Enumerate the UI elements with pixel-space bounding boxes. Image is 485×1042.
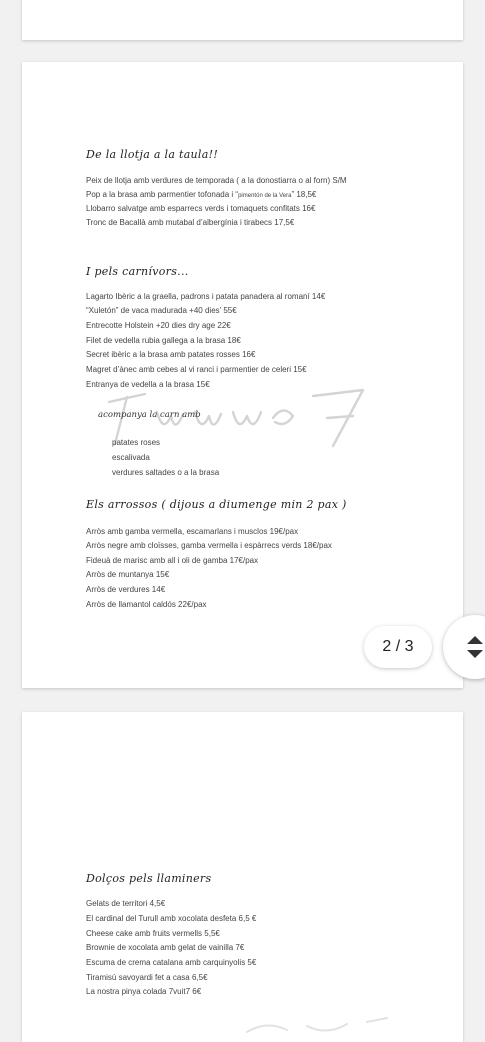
menu-item: El cardinal del Turull amb xocolata desf… xyxy=(86,914,257,923)
accompaniment-item: escalivada xyxy=(112,453,150,462)
menu-item: Arròs de verdures 14€ xyxy=(86,585,166,594)
accompaniment-item: verdures saltades o a la brasa xyxy=(112,468,220,477)
menu-item: Filet de vedella rubia gallega a la bras… xyxy=(86,336,241,345)
menu-item: Arròs de llamantol caldós 22€/pax xyxy=(86,600,207,609)
menu-page-3: Dolços pels llaminers Gelats de territor… xyxy=(22,712,463,1042)
menu-item: Peix de llotja amb verdures de temporada… xyxy=(86,176,347,185)
up-down-arrows-icon xyxy=(467,636,483,658)
signature-watermark-bottom xyxy=(246,1017,388,1033)
section-title-meat: I pels carnívors... xyxy=(86,265,189,278)
menu-item: La nostra pinya colada 7vuit7 6€ xyxy=(86,987,202,996)
menu-item: “Xuletón” de vaca madurada +40 dies’ 55€ xyxy=(86,306,237,315)
menu-page-2: De la llotja a la taula!! Peix de llotja… xyxy=(22,62,463,688)
menu-item-pop: Pop a la brasa amb parmentier tofonada i… xyxy=(86,190,317,199)
menu-item: Lagarto Ibèric a la graella, padrons i p… xyxy=(86,292,326,301)
menu-item: Tiramisú savoyardi fet a casa 6,5€ xyxy=(86,973,208,982)
menu-item: Entranya de vedella a la brasa 15€ xyxy=(86,380,210,389)
menu-item: Secret ibèric a la brasa amb patates ros… xyxy=(86,350,256,359)
menu-item: Entrecotte Holstein +20 dies dry age 22€ xyxy=(86,321,231,330)
page-indicator: 2 / 3 xyxy=(364,626,432,668)
menu-item: Magret d’ànec amb cebes al vi ranci i pa… xyxy=(86,365,307,374)
menu-item: Llobarro salvatge amb esparrecs verds i … xyxy=(86,204,316,213)
section-title-desserts: Dolços pels llaminers xyxy=(86,872,212,885)
menu-item: Tronc de Bacallà amb mutabal d’albergíni… xyxy=(86,218,295,227)
accompaniment-title: acompanya la carn amb xyxy=(98,410,201,420)
menu-item: Brownie de xocolata amb gelat de vainill… xyxy=(86,943,245,952)
menu-item: Arròs negre amb cloïsses, gamba vermella… xyxy=(86,541,332,550)
accompaniment-item: patates roses xyxy=(112,438,161,447)
menu-item: Arròs amb gamba vermella, escamarlans i … xyxy=(86,527,299,536)
section-title-fish: De la llotja a la taula!! xyxy=(86,148,219,161)
previous-page xyxy=(22,0,463,40)
menu-item: Cheese cake amb fruits vermells 5,5€ xyxy=(86,929,220,938)
menu-item: Fideuà de marisc amb all i oli de gamba … xyxy=(86,556,259,565)
section-title-rice: Els arrossos ( dijous a diumenge min 2 p… xyxy=(86,498,347,511)
menu-item: Escuma de crema catalana amb carquinyoli… xyxy=(86,958,257,967)
menu-item: Arròs de muntanya 15€ xyxy=(86,570,170,579)
menu-item: Gelats de territori 4,5€ xyxy=(86,899,166,908)
